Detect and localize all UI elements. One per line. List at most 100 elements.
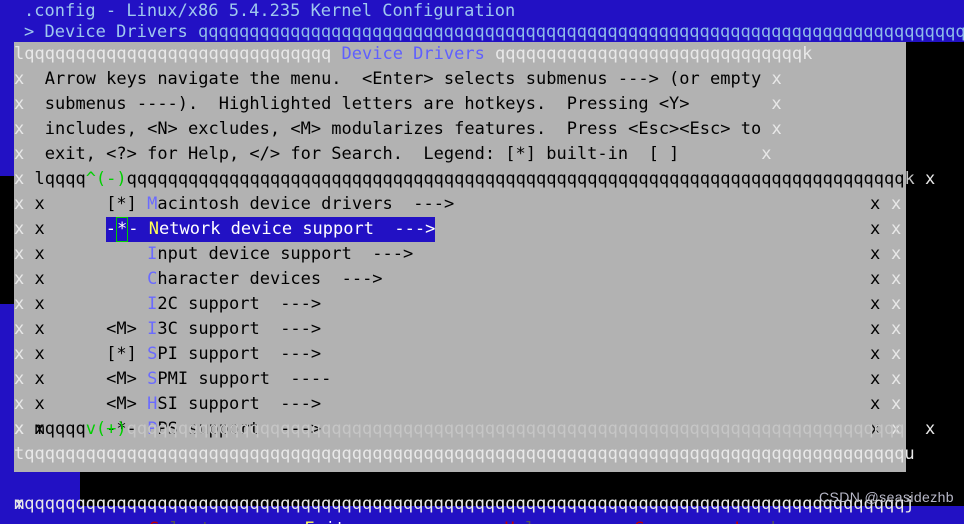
menubox-side-right: x (870, 194, 881, 214)
menu-item[interactable]: x x I2C support ---> x x (14, 292, 906, 317)
scroll-up-indicator: ^(-) (85, 169, 127, 189)
exit-button[interactable]: < Exit > (284, 517, 366, 524)
menu-item-state (106, 269, 147, 289)
help-line: x Arrow keys navigate the menu. <Enter> … (14, 67, 906, 92)
dialog-side-left: x (14, 219, 25, 239)
dialog-side-right: x (891, 369, 902, 389)
menu-item[interactable]: x x [*] Macintosh device drivers ---> x x (14, 192, 906, 217)
menubox-side-right: x (870, 244, 881, 264)
menu-item[interactable]: x x Input device support ---> x x (14, 242, 906, 267)
help-line-text: exit, <?> for Help, </> for Search. Lege… (44, 144, 680, 164)
menubox-side-left: x (34, 344, 45, 364)
dialog-side-left: x (14, 344, 25, 364)
button-hotkey: S (634, 519, 644, 524)
menu-item-hotkey: H (147, 394, 158, 414)
menu-box-bottom-border: x mqqqqv(+)qqqqqqqqqqqqqqqqqqqqqqqqqqqqq… (14, 417, 935, 442)
menu-item-state (106, 244, 147, 264)
help-line-text: submenus ----). Highlighted letters are … (44, 94, 690, 114)
button-hotkey: S (149, 519, 159, 524)
menu-item[interactable]: x x <M> I3C support ---> x x (14, 317, 906, 342)
dialog-side-left: x (14, 369, 25, 389)
save-button[interactable]: < Save > (614, 517, 696, 524)
menubox-corner-bl: mqqqq (34, 419, 86, 439)
menu-item-hotkey: I (147, 244, 158, 264)
dialog-side-left: x (14, 169, 25, 189)
dialog-title: Device Drivers (341, 44, 485, 64)
breadcrumb: > Device Drivers qqqqqqqqqqqqqqqqqqqqqqq… (24, 22, 964, 43)
menubox-side-left: x (34, 194, 45, 214)
dialog-side-left: x (14, 69, 25, 89)
menubox-side-left: x (34, 294, 45, 314)
dialog-separator-rule: tqqqqqqqqqqqqqqqqqqqqqqqqqqqqqqqqqqqqqqq… (14, 444, 915, 464)
dialog-side-left: x (14, 419, 25, 439)
help-line-text: Arrow keys navigate the menu. <Enter> se… (44, 69, 762, 89)
menu-item-hotkey: S (147, 369, 158, 389)
dialog-side-left: x (14, 144, 25, 164)
menu-item-label: PI support ---> (157, 344, 322, 364)
menubox-corner-br: j (904, 419, 915, 439)
menu-item[interactable]: x x [*] SPI support ---> x x (14, 342, 906, 367)
dialog-side-right: x (891, 194, 902, 214)
menu-item-hotkey: M (147, 194, 158, 214)
menubox-side-left: x (34, 394, 45, 414)
menubox-side-right: x (870, 344, 881, 364)
button-bracket-left: < (139, 519, 149, 524)
scroll-down-indicator: v(+) (85, 419, 127, 439)
dialog-side-left: x (14, 394, 25, 414)
help-button[interactable]: < Help > (484, 517, 566, 524)
menu-item-highlight[interactable]: -*- Network device support ---> (105, 217, 436, 242)
dialog-side-right: x (925, 419, 936, 439)
menu-item-state: <M> (106, 369, 148, 389)
menubox-side-right: x (870, 219, 881, 239)
dialog-side-left: x (14, 119, 25, 139)
menubox-side-right: x (870, 319, 881, 339)
menu-item-hotkey: I (147, 319, 158, 339)
button-bracket-left: < (614, 519, 634, 524)
selection-cursor: * (116, 217, 129, 242)
menubox-bottom-rule: qqqqqqqqqqqqqqqqqqqqqqqqqqqqqqqqqqqqqqqq… (126, 419, 905, 439)
help-line: x exit, <?> for Help, </> for Search. Le… (14, 142, 906, 167)
dialog-side-right: x (891, 319, 902, 339)
menu-item-state: <M> (106, 394, 148, 414)
button-label: ave > (645, 519, 696, 524)
menu-item-label: 3C support ---> (157, 319, 322, 339)
menu-item-state: <M> (106, 319, 148, 339)
dialog-separator: tqqqqqqqqqqqqqqqqqqqqqqqqqqqqqqqqqqqqqqq… (14, 442, 915, 467)
menu-box-top-border: x lqqqq^(-)qqqqqqqqqqqqqqqqqqqqqqqqqqqqq… (14, 167, 935, 192)
help-line: x includes, <N> excludes, <M> modularize… (14, 117, 906, 142)
dialog-side-right: x (891, 294, 902, 314)
menubox-side-right: x (870, 394, 881, 414)
dialog-side-right: x (891, 344, 902, 364)
load-button[interactable]: < Load > (714, 517, 796, 524)
menu-item-label: haracter devices ---> (157, 269, 383, 289)
dialog-border-left: lqqqqqqqqqqqqqqqqqqqqqqqqqqqqqq (14, 44, 342, 64)
menubox-side-left: x (34, 219, 45, 239)
dialog-side-right: x (761, 144, 772, 164)
menu-item[interactable]: x x <M> SPMI support ---- x x (14, 367, 906, 392)
config-dialog: lqqqqqqqqqqqqqqqqqqqqqqqqqqqqqq Device D… (14, 42, 935, 524)
dialog-side-left: x (14, 94, 25, 114)
menubox-side-right: x (870, 269, 881, 289)
dialog-side-left: x (14, 194, 25, 214)
menu-item[interactable]: x x -*- Network device support ---> x x (14, 217, 906, 242)
dialog-border-right: qqqqqqqqqqqqqqqqqqqqqqqqqqqqqqk (484, 44, 813, 64)
menubox-side-left: x (34, 269, 45, 289)
menubox-side-left: x (34, 244, 45, 264)
menubox-top-rule: qqqqqqqqqqqqqqqqqqqqqqqqqqqqqqqqqqqqqqqq… (126, 169, 905, 189)
menu-item[interactable]: x x <M> HSI support ---> x x (14, 392, 906, 417)
menu-item-state-right: - (128, 219, 149, 239)
menu-item-label: nput device support ---> (157, 244, 414, 264)
dialog-side-right: x (771, 94, 782, 114)
menu-item-label: 2C support ---> (157, 294, 322, 314)
dialog-side-right: x (891, 244, 902, 264)
header: .config - Linux/x86 5.4.235 Kernel Confi… (0, 0, 964, 42)
dialog-bottom-rule: mqqqqqqqqqqqqqqqqqqqqqqqqqqqqqqqqqqqqqqq… (14, 494, 915, 514)
menubox-side-right: x (870, 294, 881, 314)
dialog-side-right: x (891, 219, 902, 239)
help-line: x submenus ----). Highlighted letters ar… (14, 92, 906, 117)
menu-item-state (106, 294, 147, 314)
menu-item[interactable]: x x Character devices ---> x x (14, 267, 906, 292)
select-button[interactable]: <Select> (139, 517, 221, 524)
button-hotkey: L (734, 519, 744, 524)
terminal-backdrop-notch (0, 176, 14, 304)
